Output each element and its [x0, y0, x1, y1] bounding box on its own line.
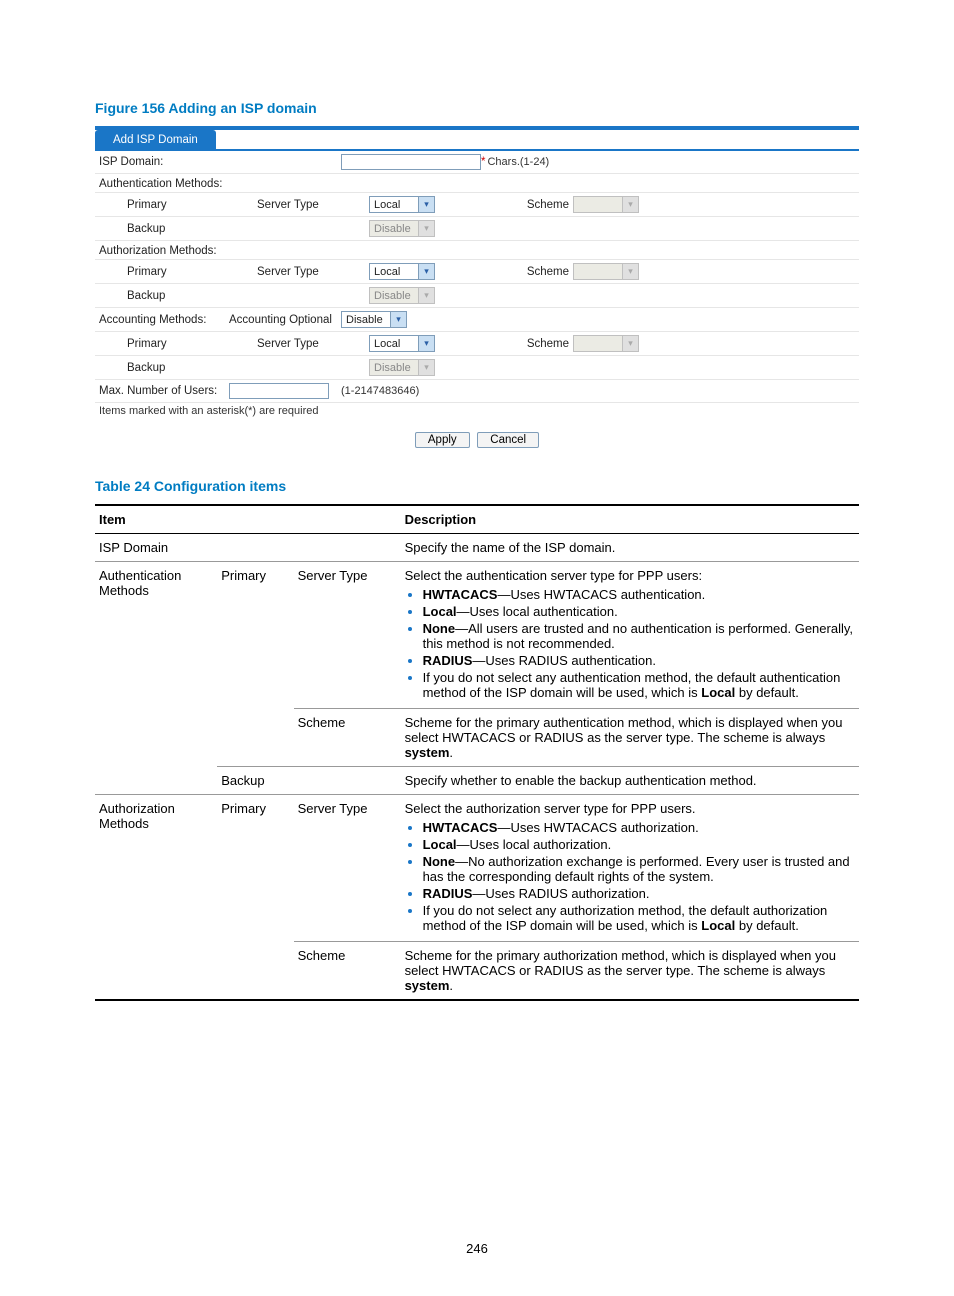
authz-methods-heading: Authorization Methods:: [95, 241, 859, 260]
auth-primary-server-type-select[interactable]: Local ▾: [369, 196, 435, 213]
authz-backup-label: Backup: [99, 290, 257, 302]
auth-primary-scheme-select[interactable]: ▾: [573, 196, 639, 213]
chevron-down-icon: ▾: [628, 200, 633, 209]
auth-primary-label: Primary: [99, 199, 257, 211]
row-auth-backup-desc: Specify whether to enable the backup aut…: [401, 767, 859, 795]
auth-backup-label: Backup: [99, 223, 257, 235]
figure-caption: Figure 156 Adding an ISP domain: [95, 100, 859, 116]
page-number: 246: [0, 1241, 954, 1256]
apply-button[interactable]: Apply: [415, 432, 470, 448]
chevron-down-icon: ▾: [424, 267, 429, 276]
acct-primary-server-type-label: Server Type: [257, 338, 369, 350]
col-item: Item: [95, 505, 401, 534]
required-note: Items marked with an asterisk(*) are req…: [95, 403, 859, 425]
acct-optional-label: Accounting Optional: [229, 314, 341, 326]
authz-primary-label: Primary: [99, 266, 257, 278]
auth-primary-server-type-label: Server Type: [257, 199, 369, 211]
authz-primary-scheme-label: Scheme: [509, 266, 573, 278]
chevron-down-icon: ▾: [628, 339, 633, 348]
max-users-input[interactable]: [229, 383, 329, 399]
row-auth-server-type-desc: Select the authentication server type fo…: [401, 562, 859, 709]
row-authz-server-type-desc: Select the authorization server type for…: [401, 795, 859, 942]
table-caption: Table 24 Configuration items: [95, 478, 859, 494]
col-description: Description: [401, 505, 859, 534]
max-users-label: Max. Number of Users:: [99, 385, 229, 397]
acct-primary-scheme-label: Scheme: [509, 338, 573, 350]
isp-domain-hint: Chars.(1-24): [487, 156, 549, 168]
authz-primary-server-type-select[interactable]: Local ▾: [369, 263, 435, 280]
acct-optional-select[interactable]: Disable ▾: [341, 311, 407, 328]
row-auth-item: Authentication Methods: [95, 562, 217, 795]
row-auth-backup: Backup: [217, 767, 400, 795]
max-users-hint: (1-2147483646): [341, 385, 419, 397]
config-items-table: Item Description ISP Domain Specify the …: [95, 504, 859, 1001]
chevron-down-icon: ▾: [424, 363, 429, 372]
chevron-down-icon: ▾: [424, 291, 429, 300]
chevron-down-icon: ▾: [628, 267, 633, 276]
row-isp-domain-item: ISP Domain: [95, 534, 401, 562]
acct-primary-server-type-select[interactable]: Local ▾: [369, 335, 435, 352]
acct-backup-select[interactable]: Disable ▾: [369, 359, 435, 376]
required-asterisk: *: [481, 156, 485, 168]
chevron-down-icon: ▾: [396, 315, 401, 324]
auth-primary-scheme-label: Scheme: [509, 199, 573, 211]
chevron-down-icon: ▾: [424, 339, 429, 348]
cancel-button[interactable]: Cancel: [477, 432, 539, 448]
row-authz-item: Authorization Methods: [95, 795, 217, 1001]
row-auth-server-type: Server Type: [294, 562, 401, 709]
authz-primary-scheme-select[interactable]: ▾: [573, 263, 639, 280]
tab-add-isp-domain[interactable]: Add ISP Domain: [95, 130, 216, 149]
chevron-down-icon: ▾: [424, 224, 429, 233]
auth-methods-heading: Authentication Methods:: [95, 174, 859, 193]
row-authz-scheme-desc: Scheme for the primary authorization met…: [401, 942, 859, 1001]
row-authz-server-type: Server Type: [294, 795, 401, 942]
acct-primary-label: Primary: [99, 338, 257, 350]
isp-domain-input[interactable]: [341, 154, 481, 170]
row-auth-scheme: Scheme: [294, 709, 401, 767]
isp-domain-label: ISP Domain:: [99, 156, 229, 168]
acct-primary-scheme-select[interactable]: ▾: [573, 335, 639, 352]
row-authz-scheme: Scheme: [294, 942, 401, 1001]
add-isp-domain-panel: Add ISP Domain ISP Domain: * Chars.(1-24…: [95, 126, 859, 425]
row-auth-scheme-desc: Scheme for the primary authentication me…: [401, 709, 859, 767]
acct-backup-label: Backup: [99, 362, 257, 374]
auth-backup-select[interactable]: Disable ▾: [369, 220, 435, 237]
authz-backup-select[interactable]: Disable ▾: [369, 287, 435, 304]
chevron-down-icon: ▾: [424, 200, 429, 209]
row-authz-primary: Primary: [217, 795, 293, 1001]
row-isp-domain-desc: Specify the name of the ISP domain.: [401, 534, 859, 562]
row-auth-primary: Primary: [217, 562, 293, 767]
authz-primary-server-type-label: Server Type: [257, 266, 369, 278]
acct-methods-heading: Accounting Methods:: [99, 314, 229, 326]
